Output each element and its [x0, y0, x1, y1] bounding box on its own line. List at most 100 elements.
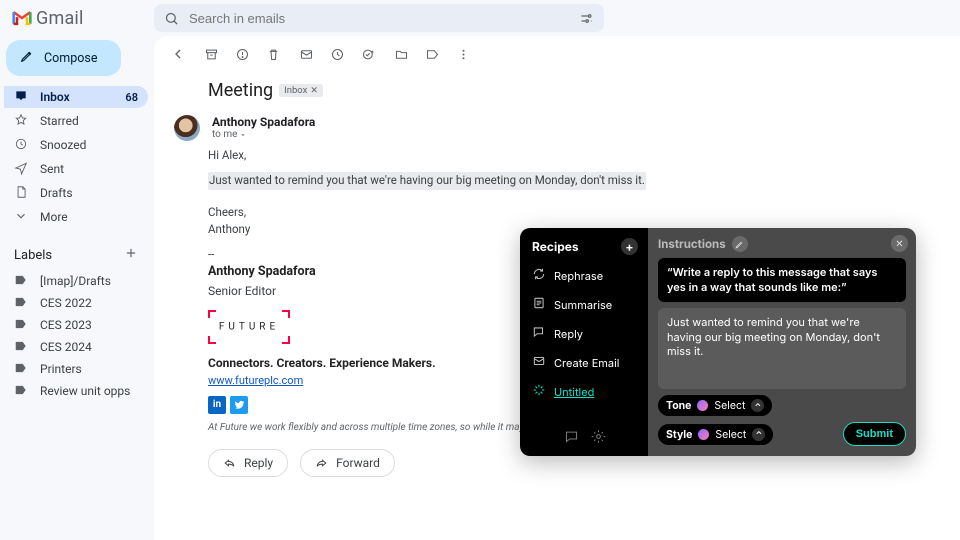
delete-button[interactable] — [266, 47, 281, 66]
pencil-icon — [20, 49, 34, 67]
label-item[interactable]: Printers — [4, 358, 148, 380]
brand-name: Gmail — [36, 8, 84, 29]
sidebar-item-inbox[interactable]: Inbox 68 — [4, 86, 148, 108]
avatar[interactable] — [174, 115, 200, 141]
reply-button[interactable]: Reply — [208, 449, 288, 477]
future-logo-text: FUTURE — [219, 320, 279, 335]
sidebar-item-label: More — [40, 210, 68, 224]
sidebar-item-more[interactable]: More — [4, 206, 148, 228]
recipe-rephrase[interactable]: Rephrase — [532, 267, 638, 284]
reply-icon — [223, 456, 236, 469]
label-icon — [14, 361, 28, 378]
edit-instructions-button[interactable] — [732, 236, 748, 252]
twitter-icon[interactable] — [230, 396, 248, 414]
sidebar-item-starred[interactable]: Starred — [4, 110, 148, 132]
recipe-label: Untitled — [554, 385, 594, 399]
style-selector[interactable]: Style Select ⌃ — [658, 424, 773, 445]
reply-label: Reply — [244, 456, 273, 470]
add-task-button[interactable] — [361, 47, 376, 66]
add-recipe-button[interactable]: + — [621, 238, 638, 255]
label-item[interactable]: CES 2022 — [4, 292, 148, 314]
sidebar-item-label: Drafts — [40, 186, 73, 200]
create-email-icon — [532, 354, 546, 371]
snooze-button[interactable] — [330, 47, 345, 66]
search-icon — [164, 11, 179, 26]
recipe-reply[interactable]: Reply — [532, 325, 638, 342]
recipe-create-email[interactable]: Create Email — [532, 354, 638, 371]
chevron-up-icon: ⌃ — [752, 428, 765, 441]
sidebar-item-label: Starred — [40, 114, 79, 128]
instruction-prompt: “Write a reply to this message that says… — [658, 258, 906, 302]
compose-label: Compose — [44, 51, 97, 66]
document-icon — [14, 185, 28, 202]
clock-icon — [14, 137, 28, 154]
more-button[interactable] — [456, 47, 471, 66]
sidebar-item-sent[interactable]: Sent — [4, 158, 148, 180]
label-text: [Imap]/Drafts — [40, 274, 111, 288]
forward-label: Forward — [336, 456, 380, 470]
close-icon[interactable]: ✕ — [310, 86, 318, 96]
body-highlight: Just wanted to remind you that we're hav… — [208, 172, 646, 189]
mark-unread-button[interactable] — [299, 47, 314, 66]
inbox-count: 68 — [125, 91, 138, 104]
add-label-button[interactable] — [124, 246, 138, 264]
gmail-logo[interactable]: Gmail — [12, 8, 142, 29]
forward-icon — [315, 456, 328, 469]
compose-button[interactable]: Compose — [6, 40, 121, 76]
tone-selector[interactable]: Tone Select ⌃ — [658, 395, 772, 416]
archive-button[interactable] — [204, 47, 219, 66]
chevron-down-icon — [14, 209, 28, 226]
sidebar-item-label: Snoozed — [40, 138, 86, 152]
label-icon — [14, 383, 28, 400]
email-subject: Meeting — [208, 80, 273, 101]
style-value: Select — [715, 428, 746, 441]
recipe-untitled[interactable]: Untitled — [532, 383, 638, 400]
recipe-summarise[interactable]: Summarise — [532, 296, 638, 313]
signature-url[interactable]: www.futureplc.com — [208, 374, 303, 387]
move-to-button[interactable] — [394, 47, 409, 66]
labels-heading: Labels — [14, 248, 52, 263]
submit-button[interactable]: Submit — [843, 422, 906, 446]
future-logo: FUTURE — [208, 310, 290, 344]
labels-button[interactable] — [425, 47, 440, 66]
forward-button[interactable]: Forward — [300, 449, 395, 477]
label-item[interactable]: [Imap]/Drafts — [4, 270, 148, 292]
close-panel-button[interactable]: ✕ — [891, 235, 908, 252]
label-item[interactable]: Review unit opps — [4, 380, 148, 402]
tone-label: Tone — [666, 399, 691, 412]
email-toolbar — [168, 44, 946, 76]
label-item[interactable]: CES 2023 — [4, 314, 148, 336]
search-input[interactable] — [189, 11, 569, 26]
linkedin-icon[interactable]: in — [208, 396, 226, 414]
sender-name[interactable]: Anthony Spadafora — [212, 115, 315, 129]
context-box[interactable]: Just wanted to remind you that we're hav… — [658, 308, 906, 389]
label-icon — [14, 295, 28, 312]
avatar-mini-icon — [698, 429, 709, 440]
tune-icon[interactable] — [579, 11, 594, 26]
search-box[interactable] — [154, 4, 604, 32]
label-item[interactable]: CES 2024 — [4, 336, 148, 358]
summarise-icon — [532, 296, 546, 313]
recipe-label: Create Email — [554, 356, 619, 370]
recipient-dropdown[interactable]: to me — [212, 129, 315, 140]
sidebar-item-label: Sent — [40, 162, 64, 176]
sidebar-item-drafts[interactable]: Drafts — [4, 182, 148, 204]
chevron-down-icon — [239, 131, 247, 139]
chat-icon[interactable] — [564, 429, 579, 448]
inbox-chip[interactable]: Inbox ✕ — [279, 84, 323, 97]
spam-button[interactable] — [235, 47, 250, 66]
gear-icon[interactable] — [591, 429, 606, 448]
sidebar-item-snoozed[interactable]: Snoozed — [4, 134, 148, 156]
label-icon — [14, 339, 28, 356]
style-label: Style — [666, 428, 692, 441]
label-text: CES 2022 — [40, 296, 92, 310]
recipe-label: Summarise — [554, 298, 612, 312]
body-greeting: Hi Alex, — [208, 147, 906, 164]
label-text: CES 2023 — [40, 318, 92, 332]
send-icon — [14, 161, 28, 178]
star-icon — [14, 113, 28, 130]
back-button[interactable] — [170, 46, 186, 66]
ai-panel: Recipes + Rephrase Summarise Reply — [520, 228, 916, 456]
label-text: Printers — [40, 362, 82, 376]
label-text: Review unit opps — [40, 384, 130, 398]
